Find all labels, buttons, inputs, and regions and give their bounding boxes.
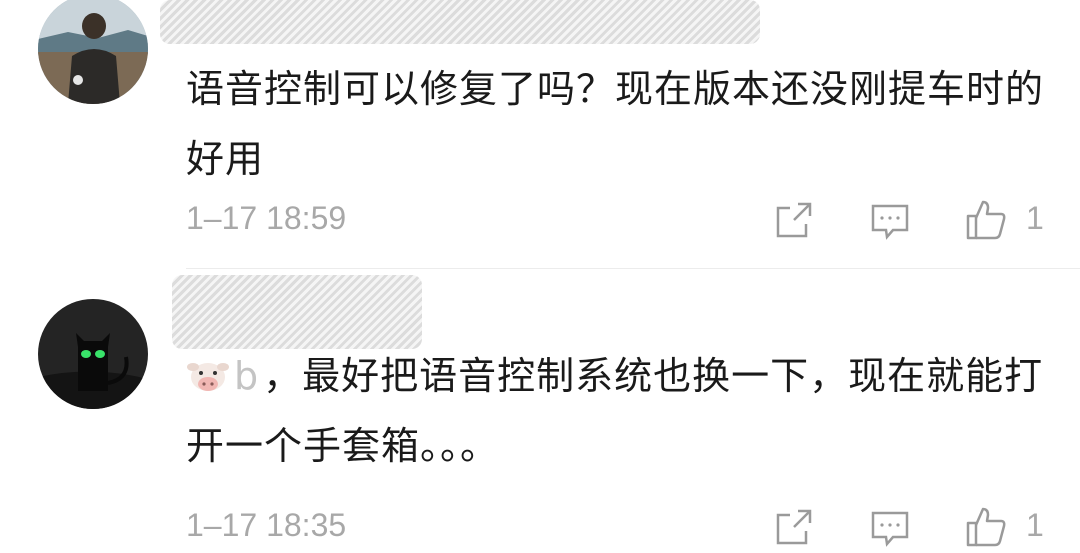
comment-icon[interactable]: [868, 505, 912, 549]
reply-punctuation: ，: [263, 354, 303, 398]
comment-text-content: 语音控制可以修复了吗？现在版本还没刚提车时的好用: [186, 67, 1045, 181]
comment-meta: 1–17 18:59 1: [186, 194, 1080, 244]
cow-emoji: [186, 347, 230, 391]
comment-text: 语音控制可以修复了吗？现在版本还没刚提车时的好用: [186, 54, 1046, 194]
comment-icon[interactable]: [868, 198, 912, 242]
thumbs-up-icon[interactable]: [964, 505, 1008, 549]
share-icon[interactable]: [772, 198, 816, 242]
thumbs-up-icon[interactable]: [964, 198, 1008, 242]
redacted-username: [160, 0, 760, 44]
comment-meta: 1–17 18:35 1: [186, 501, 1080, 551]
comment-item: 语音控制可以修复了吗？现在版本还没刚提车时的好用 1–17 18:59 1: [0, 0, 1080, 268]
timestamp: 1–17 18:35: [186, 507, 347, 543]
comment-text: b ，最好把语音控制系统也换一下，现在就能打开一个手套箱。。。: [186, 341, 1046, 481]
like-count: 1: [1026, 507, 1044, 543]
like-count: 1: [1026, 200, 1044, 236]
avatar[interactable]: [38, 0, 148, 104]
share-icon[interactable]: [772, 505, 816, 549]
avatar[interactable]: [38, 299, 148, 409]
timestamp: 1–17 18:59: [186, 200, 347, 236]
comment-item: b ，最好把语音控制系统也换一下，现在就能打开一个手套箱。。。 1–17 18:3…: [0, 269, 1080, 549]
redacted-mention: b: [234, 354, 260, 398]
comment-text-content: 最好把语音控制系统也换一下，现在就能打开一个手套箱。。。: [186, 354, 1044, 468]
redacted-username: [172, 275, 422, 349]
